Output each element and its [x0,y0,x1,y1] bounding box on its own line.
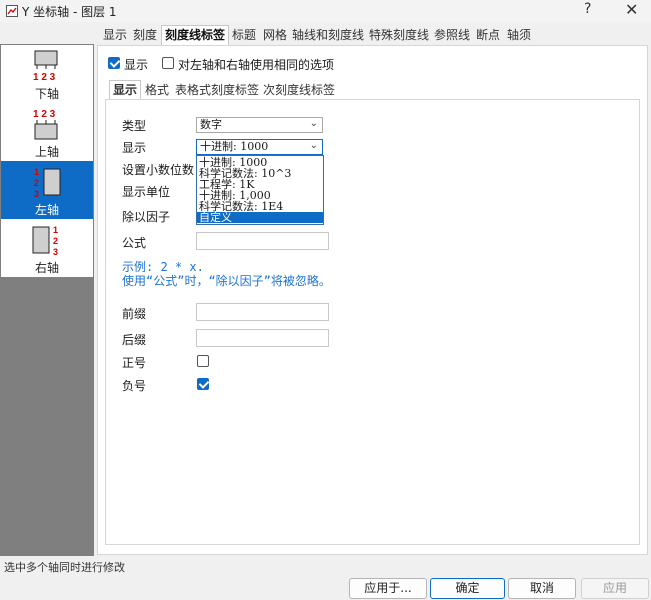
axis-list[interactable]: 1 2 3 下轴 1 2 3 上轴 1 2 3 左轴 1 2 3 右轴 [1,45,93,277]
prefix-label: 前缀 [122,307,147,321]
subtab-minor-tick-labels[interactable]: 次刻度线标签 [263,81,335,99]
display-unit-label: 显示单位 [122,185,171,199]
axis-label-left: 左轴 [34,203,59,217]
type-select[interactable]: 数字 ⌄ [196,117,323,133]
tab-axis-lines-ticks[interactable]: 轴线和刻度线 [292,26,364,44]
decimals-label: 设置小数位数 [122,163,195,177]
svg-text:1: 1 [53,225,58,235]
suffix-input[interactable] [196,329,329,347]
tab-grid[interactable]: 网格 [261,26,289,44]
tab-display[interactable]: 显示 [101,26,129,44]
tab-special-ticks[interactable]: 特殊刻度线 [368,26,430,44]
show-checkbox-label: 显示 [124,58,149,72]
svg-text:1: 1 [34,167,39,177]
tab-breaks[interactable]: 断点 [474,26,502,44]
axis-label-right: 右轴 [34,261,59,275]
axis-item-top[interactable]: 1 2 3 上轴 [1,103,93,161]
minus-sign-label: 负号 [122,379,147,393]
show-checkbox[interactable] [108,57,120,69]
suffix-label: 后缀 [122,333,147,347]
formula-label: 公式 [122,236,147,250]
subtab-display[interactable]: 显示 [109,80,141,100]
hint-line-2: 使用“公式”时，“除以因子”将被忽略。 [122,274,331,288]
type-select-value: 数字 [200,118,222,131]
tab-tick-labels[interactable]: 刻度线标签 [161,25,229,45]
minus-sign-checkbox[interactable] [197,378,209,390]
formula-input[interactable] [196,232,329,250]
same-options-checkbox[interactable] [162,57,174,69]
divide-factor-label: 除以因子 [122,210,171,224]
display-label: 显示 [122,141,147,155]
window-title: Y 坐标轴 - 图层 1 [22,5,117,19]
chevron-down-icon: ⌄ [309,140,318,151]
subtab-table-tick-labels[interactable]: 表格式刻度标签 [175,81,259,99]
dropdown-option-selected[interactable]: 自定义 [197,212,323,223]
tab-scale[interactable]: 刻度 [131,26,159,44]
axis-label-bottom: 下轴 [34,87,59,101]
svg-text:2: 2 [53,236,58,246]
tab-title[interactable]: 标题 [230,26,258,44]
app-icon [6,5,18,17]
svg-text:1 2 3: 1 2 3 [33,72,56,83]
display-select[interactable]: 十进制: 1000 ⌄ [196,139,323,155]
right-axis-icon: 1 2 3 [32,225,58,257]
left-axis-icon: 1 2 3 [34,167,61,199]
apply-button[interactable]: 应用 [581,578,649,599]
axis-item-left[interactable]: 1 2 3 左轴 [1,161,93,219]
apply-to-button[interactable]: 应用于... [349,578,427,599]
title-bar: Y 坐标轴 - 图层 1 ? ✕ [0,0,651,22]
tab-reference-lines[interactable]: 参照线 [434,26,470,44]
axis-item-right[interactable]: 1 2 3 右轴 [1,219,93,277]
svg-text:3: 3 [53,247,58,257]
top-axis-icon: 1 2 3 [33,109,58,140]
svg-text:3: 3 [34,189,39,199]
axis-label-top: 上轴 [34,145,59,159]
plus-sign-checkbox[interactable] [197,355,209,367]
chevron-down-icon: ⌄ [309,118,318,129]
close-button[interactable]: ✕ [625,0,638,19]
display-dropdown-list[interactable]: 十进制: 1000 科学记数法: 10^3 工程学: 1K 十进制: 1,000… [196,155,324,225]
status-text: 选中多个轴同时进行修改 [4,561,125,574]
display-select-value: 十进制: 1000 [200,140,269,153]
prefix-input[interactable] [196,303,329,321]
bottom-axis-icon: 1 2 3 [33,50,58,83]
cancel-button[interactable]: 取消 [508,578,576,599]
same-options-label: 对左轴和右轴使用相同的选项 [178,58,335,72]
plus-sign-label: 正号 [122,356,147,370]
tab-rug[interactable]: 轴须 [505,26,533,44]
type-label: 类型 [122,119,147,133]
subtab-format[interactable]: 格式 [143,81,171,99]
axis-item-bottom[interactable]: 1 2 3 下轴 [1,45,93,103]
sub-tab-bar: 显示 格式 表格式刻度标签 次刻度线标签 [107,80,407,100]
help-button[interactable]: ? [584,1,591,17]
svg-text:2: 2 [34,178,39,188]
svg-text:1 2 3: 1 2 3 [33,109,56,120]
ok-button[interactable]: 确定 [430,578,505,599]
